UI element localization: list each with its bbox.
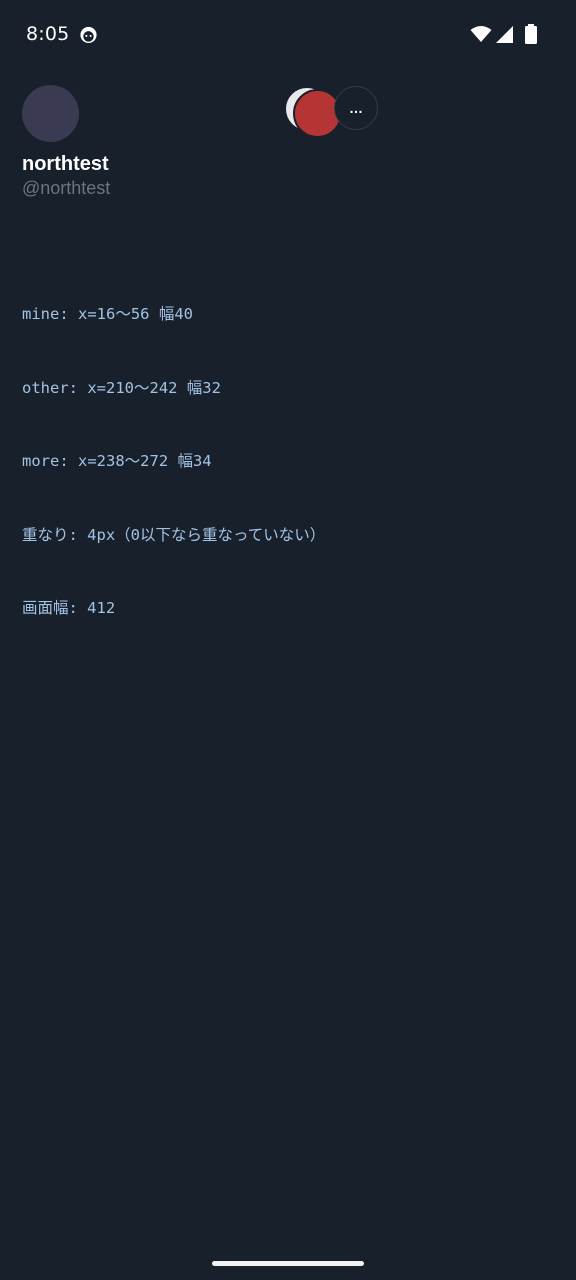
battery-icon xyxy=(525,24,537,44)
profile-handle: @northtest xyxy=(22,178,111,198)
wifi-icon xyxy=(470,25,492,42)
profile-avatar[interactable] xyxy=(22,85,79,142)
home-indicator[interactable] xyxy=(212,1261,364,1266)
debug-line-mine: mine: x=16〜56 幅40 xyxy=(22,305,193,323)
debug-line-overlap: 重なり: 4px（0以下なら重なっていない） xyxy=(22,525,326,544)
cell-signal-icon xyxy=(496,25,513,43)
debug-line-screen-width: 画面幅: 412 xyxy=(22,599,116,617)
mascot-face-icon xyxy=(80,26,97,44)
debug-line-more: more: x=238〜272 幅34 xyxy=(22,452,212,470)
debug-info: mine: x=16〜56 幅40 other: x=210〜242 幅32 m… xyxy=(22,253,325,645)
status-time: 8:05 xyxy=(26,23,70,45)
debug-line-other: other: x=210〜242 幅32 xyxy=(22,378,221,397)
status-icons xyxy=(470,24,538,44)
more-options-button[interactable]: … xyxy=(334,86,378,130)
status-bar: 8:05 xyxy=(0,0,576,70)
profile-display-name: northtest xyxy=(22,153,109,175)
